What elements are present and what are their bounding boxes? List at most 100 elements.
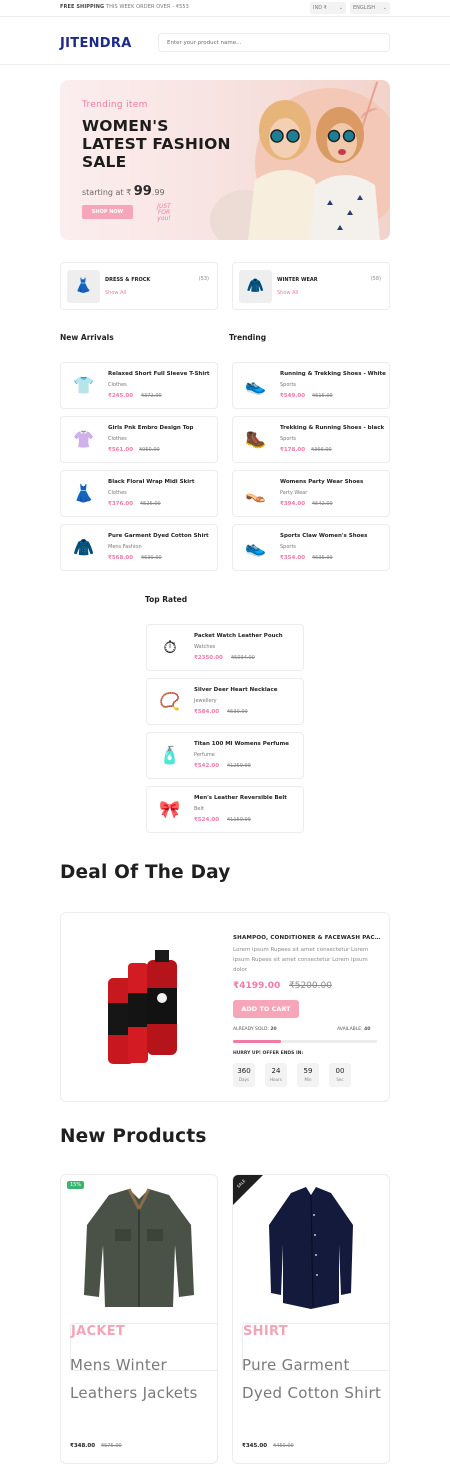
just-for-you-tag: JUST FOR you! bbox=[157, 203, 171, 222]
shop-now-button[interactable]: SHOP NOW bbox=[82, 205, 133, 219]
product-old-price: ₹450.00 bbox=[273, 1443, 294, 1449]
product-price: ₹524.00 bbox=[194, 817, 220, 823]
header-divider bbox=[0, 64, 450, 65]
banner-price: starting at ₹ 99.99 bbox=[82, 184, 165, 199]
shampoo-bottles-image[interactable] bbox=[103, 948, 183, 1068]
sport-shoe-icon: 👟 bbox=[245, 538, 267, 558]
product-card[interactable]: 👗 Black Floral Wrap Midi Skirt Clothes ₹… bbox=[60, 470, 218, 517]
product-name[interactable]: Titan 100 Ml Womens Perfume bbox=[194, 741, 300, 747]
tshirt-icon: 👕 bbox=[73, 376, 95, 396]
product-price: ₹568.00 bbox=[108, 555, 134, 561]
product-category: Clothes bbox=[108, 436, 127, 442]
countdown-hours: 24 Hours bbox=[265, 1063, 287, 1087]
product-old-price: ₹615.00 bbox=[312, 393, 333, 399]
product-card[interactable]: 👟 Sports Claw Women's Shoes Sports ₹354.… bbox=[232, 524, 390, 571]
dress-icon: 👗 bbox=[67, 270, 100, 303]
product-old-price: ₹1259.99 bbox=[227, 763, 251, 769]
product-name[interactable]: Black Floral Wrap Midi Skirt bbox=[108, 479, 214, 485]
product-old-price: ₹5034.00 bbox=[231, 655, 255, 661]
logo[interactable]: JITENDRA bbox=[60, 36, 132, 51]
deal-old-price: ₹5200.00 bbox=[289, 981, 332, 991]
product-title[interactable]: Pure Garment Dyed Cotton Shirt bbox=[242, 1351, 387, 1407]
category-card-dress[interactable]: 👗 DRESS & FROCK (53) Show All bbox=[60, 262, 218, 310]
product-card[interactable]: 👡 Womens Party Wear Shoes Party Wear ₹39… bbox=[232, 470, 390, 517]
product-name[interactable]: Girls Pnk Embro Design Top bbox=[108, 425, 214, 431]
product-name[interactable]: Sports Claw Women's Shoes bbox=[280, 533, 386, 539]
product-name[interactable]: Relaxed Short Full Sleeve T-Shirt bbox=[108, 371, 214, 377]
product-price: ₹2350.00 bbox=[194, 655, 223, 661]
product-old-price: ₹575.00 bbox=[101, 1443, 122, 1449]
new-product-card[interactable]: SALE SHIRT Pure Garment Dyed Cotton Shir… bbox=[232, 1174, 390, 1464]
product-name[interactable]: Trekking & Running Shoes - black bbox=[280, 425, 386, 431]
shirt-icon: 🧥 bbox=[73, 538, 95, 558]
already-sold: ALREADY SOLD: 20 bbox=[233, 1027, 277, 1032]
deal-card: SHAMPOO, CONDITIONER & FACEWASH PACKS Lo… bbox=[60, 912, 390, 1102]
product-card[interactable]: 🧥 Pure Garment Dyed Cotton Shirt Mens Fa… bbox=[60, 524, 218, 571]
show-all-link[interactable]: Show All bbox=[277, 290, 298, 296]
product-category: Sports bbox=[280, 544, 297, 550]
product-name[interactable]: Pure Garment Dyed Cotton Shirt bbox=[108, 533, 214, 539]
product-card[interactable]: 👚 Girls Pnk Embro Design Top Clothes ₹56… bbox=[60, 416, 218, 463]
chevron-down-icon: ⌄ bbox=[382, 5, 387, 11]
product-name[interactable]: Silver Deer Heart Necklace bbox=[194, 687, 300, 693]
product-category: Jewellery bbox=[194, 698, 217, 704]
product-name[interactable]: Womens Party Wear Shoes bbox=[280, 479, 386, 485]
category-count: (58) bbox=[370, 276, 381, 282]
new-arrivals-title: New Arrivals bbox=[60, 333, 114, 342]
product-old-price: ₹525.00 bbox=[140, 501, 161, 507]
product-name[interactable]: Running & Trekking Shoes - White bbox=[280, 371, 386, 377]
skirt-icon: 👗 bbox=[73, 484, 95, 504]
sold-progress-bar bbox=[233, 1040, 377, 1043]
product-category: Clothes bbox=[108, 490, 127, 496]
deal-price: ₹4199.00 bbox=[233, 981, 281, 991]
new-product-card[interactable]: 15% JACKET Mens Winter Leathers Jackets … bbox=[60, 1174, 218, 1464]
product-card[interactable]: 🧴 Titan 100 Ml Womens Perfume Perfume ₹5… bbox=[146, 732, 304, 779]
belt-icon: 🎀 bbox=[159, 800, 181, 820]
trending-title: Trending bbox=[229, 333, 267, 342]
necklace-icon: 📿 bbox=[159, 692, 181, 712]
shirt-image[interactable] bbox=[261, 1185, 361, 1310]
category-name: DRESS & FROCK bbox=[105, 277, 151, 283]
deal-of-the-day-title: Deal Of The Day bbox=[60, 862, 231, 883]
shoe-icon: 👟 bbox=[245, 376, 267, 396]
product-card[interactable]: ⏱ Packet Watch Leather Pouch Watches ₹23… bbox=[146, 624, 304, 671]
product-name[interactable]: Men's Leather Reversible Belt bbox=[194, 795, 300, 801]
product-category: Mens Fashion bbox=[108, 544, 142, 550]
product-title[interactable]: Mens Winter Leathers Jackets bbox=[70, 1351, 215, 1407]
product-card[interactable]: 👟 Running & Trekking Shoes - White Sport… bbox=[232, 362, 390, 409]
sale-badge: SALE bbox=[233, 1175, 263, 1205]
product-price: ₹394.00 bbox=[280, 501, 306, 507]
product-category: Perfume bbox=[194, 752, 215, 758]
sold-progress-fill bbox=[233, 1040, 281, 1043]
product-old-price: ₹372.00 bbox=[141, 393, 162, 399]
watch-icon: ⏱ bbox=[163, 638, 177, 658]
product-card[interactable]: 🥾 Trekking & Running Shoes - black Sport… bbox=[232, 416, 390, 463]
show-all-link[interactable]: Show All bbox=[105, 290, 126, 296]
jacket-icon: 🧥 bbox=[239, 270, 272, 303]
product-card[interactable]: 🎀 Men's Leather Reversible Belt Belt ₹52… bbox=[146, 786, 304, 833]
countdown-days: 360 Days bbox=[233, 1063, 255, 1087]
add-to-cart-button[interactable]: ADD TO CART bbox=[233, 1000, 299, 1018]
fashion-models-image bbox=[248, 100, 380, 240]
deal-product-name[interactable]: SHAMPOO, CONDITIONER & FACEWASH PACKS bbox=[233, 935, 383, 941]
boot-icon: 🥾 bbox=[245, 430, 267, 450]
product-category: Watches bbox=[194, 644, 216, 650]
product-price: ₹549.00 bbox=[280, 393, 306, 399]
product-card[interactable]: 👕 Relaxed Short Full Sleeve T-Shirt Clot… bbox=[60, 362, 218, 409]
offer-ends-label: HURRY UP! OFFER ENDS IN: bbox=[233, 1051, 304, 1056]
language-select[interactable]: ENGLISH ⌄ bbox=[350, 2, 390, 14]
product-name[interactable]: Packet Watch Leather Pouch bbox=[194, 633, 300, 639]
top-bar: FREE SHIPPING THIS WEEK ORDER OVER - ₹55… bbox=[0, 0, 450, 17]
product-price: ₹245.00 bbox=[108, 393, 134, 399]
category-card-winter[interactable]: 🧥 WINTER WEAR (58) Show All bbox=[232, 262, 390, 310]
product-old-price: ₹542.00 bbox=[312, 501, 333, 507]
product-price: ₹376.00 bbox=[108, 501, 134, 507]
product-category: Clothes bbox=[108, 382, 127, 388]
chevron-down-icon: ⌄ bbox=[338, 5, 343, 11]
discount-badge: 15% bbox=[67, 1181, 85, 1189]
product-price: ₹542.00 bbox=[194, 763, 220, 769]
product-card[interactable]: 📿 Silver Deer Heart Necklace Jewellery ₹… bbox=[146, 678, 304, 725]
jacket-image[interactable] bbox=[79, 1185, 199, 1310]
search-input[interactable]: Enter your product name... bbox=[158, 33, 390, 52]
currency-select[interactable]: IND ₹ ⌄ bbox=[310, 2, 346, 14]
